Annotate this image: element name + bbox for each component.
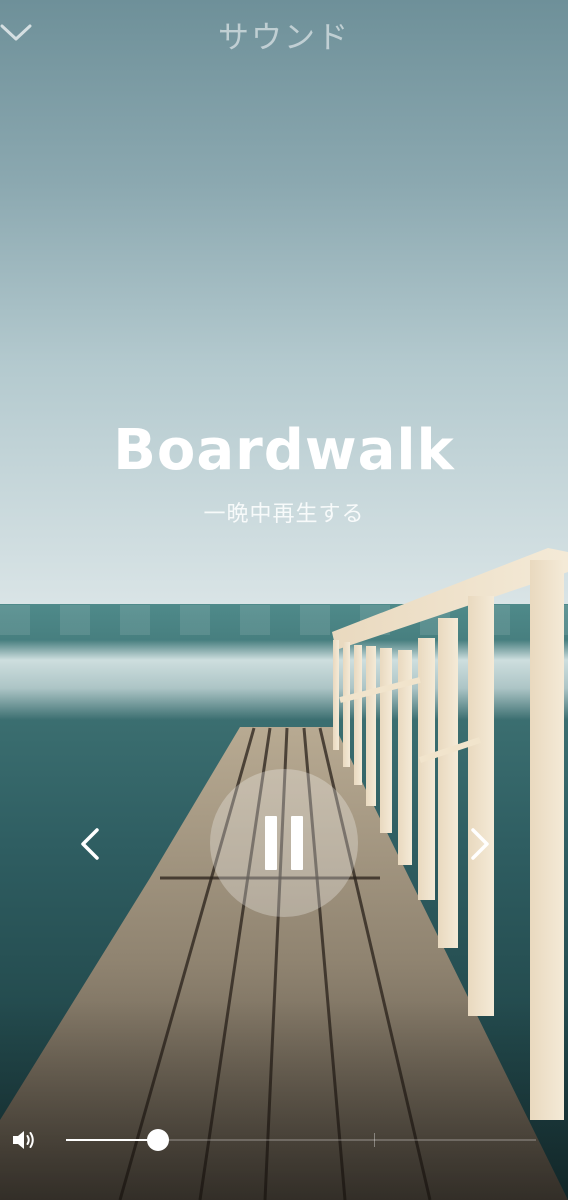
speaker-icon[interactable] bbox=[10, 1126, 38, 1154]
sound-player-screen: サウンド Boardwalk 一晩中再生する bbox=[0, 0, 568, 1200]
next-button[interactable] bbox=[458, 822, 498, 866]
volume-marker bbox=[373, 1133, 375, 1147]
track-subtitle: 一晩中再生する bbox=[203, 502, 365, 527]
volume-fill bbox=[66, 1139, 158, 1141]
header: サウンド bbox=[0, 0, 568, 64]
boardwalk-illustration bbox=[0, 548, 568, 1200]
chevron-right-icon bbox=[471, 828, 489, 860]
page-title: サウンド bbox=[218, 20, 350, 56]
pause-button[interactable] bbox=[210, 769, 358, 917]
previous-button[interactable] bbox=[72, 822, 112, 866]
background-image bbox=[0, 0, 568, 1200]
track-title: Boardwalk bbox=[113, 418, 455, 483]
volume-thumb[interactable] bbox=[146, 1129, 169, 1151]
volume-slider[interactable] bbox=[66, 1129, 536, 1151]
chevron-left-icon bbox=[81, 828, 99, 860]
